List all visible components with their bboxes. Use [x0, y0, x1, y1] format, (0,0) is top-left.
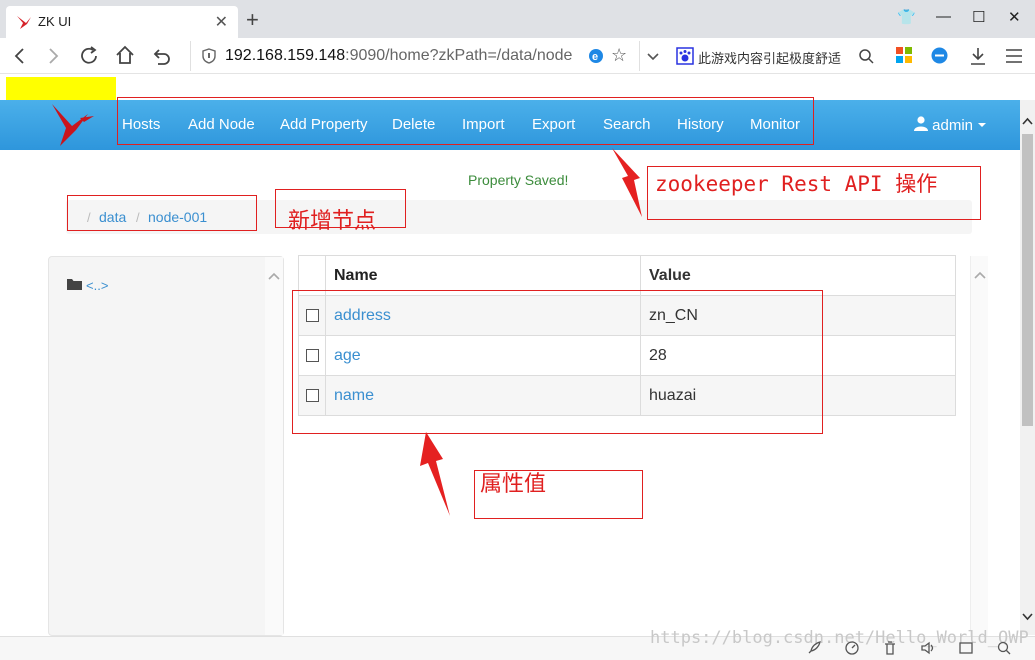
menu-icon[interactable] — [1004, 46, 1024, 66]
zk-logo-icon[interactable] — [50, 100, 96, 148]
back-icon[interactable] — [10, 46, 30, 66]
svg-text:e: e — [592, 51, 598, 63]
annotation-api-ops: zookeeper Rest API 操作 — [655, 172, 938, 196]
browser-toolbar: 192.168.159.148:9090/home?zkPath=/data/n… — [0, 38, 1035, 74]
volume-icon[interactable] — [920, 640, 936, 656]
scroll-up-icon[interactable] — [973, 270, 987, 280]
search-icon[interactable] — [858, 48, 874, 64]
folder-icon — [67, 279, 82, 290]
download-icon[interactable] — [969, 46, 987, 66]
user-icon — [914, 116, 928, 131]
annotation-new-node: 新增节点 — [288, 209, 377, 234]
parent-dir-link[interactable]: <..> — [86, 278, 108, 293]
scroll-up-icon[interactable] — [267, 271, 281, 281]
speed-icon[interactable] — [844, 640, 860, 656]
search-hint: 此游戏内容引起极度舒适 — [698, 51, 842, 66]
skin-icon[interactable]: 👕 — [897, 8, 916, 26]
page-scroll-up-icon[interactable] — [1022, 116, 1033, 126]
rocket-icon[interactable] — [806, 640, 822, 656]
arrow-to-properties — [420, 432, 450, 516]
reload-icon[interactable] — [78, 45, 100, 67]
minimize-button[interactable]: — — [936, 8, 951, 25]
undo-icon[interactable] — [150, 45, 172, 67]
baidu-paw-icon — [676, 47, 694, 65]
node-tree-scrollbar[interactable] — [265, 257, 283, 635]
node-tree-panel — [48, 256, 284, 636]
address-bar[interactable]: 192.168.159.148:9090/home?zkPath=/data/n… — [190, 41, 640, 71]
properties-scrollbar[interactable] — [970, 256, 988, 636]
yellow-highlight-mark — [6, 77, 116, 100]
annotation-box-breadcrumb — [67, 195, 257, 231]
user-name: admin — [932, 117, 974, 134]
tab-close-icon[interactable]: ✕ — [215, 12, 228, 32]
search-bar[interactable]: 此游戏内容引起极度舒适 — [668, 41, 878, 71]
browser-tab-bar: ZK UI ✕ + 👕 — ☐ ✕ — [0, 0, 1035, 38]
close-window-button[interactable]: ✕ — [1008, 8, 1021, 26]
page-scrollbar-thumb[interactable] — [1022, 134, 1033, 426]
minus-circle-icon[interactable] — [930, 46, 949, 65]
new-tab-button[interactable]: + — [246, 7, 259, 33]
ie-mode-icon[interactable]: e — [587, 47, 605, 65]
user-menu[interactable]: admin — [914, 116, 987, 134]
apps-grid-icon[interactable] — [895, 46, 913, 64]
annotation-prop-values: 属性值 — [480, 472, 547, 497]
security-shield-icon[interactable] — [201, 48, 217, 64]
tab-title: ZK UI — [38, 14, 72, 29]
home-icon[interactable] — [114, 44, 136, 66]
star-icon[interactable]: ☆ — [611, 45, 627, 66]
window-icon[interactable] — [958, 640, 974, 656]
page-scroll-down-icon[interactable] — [1022, 612, 1033, 622]
chevron-down-icon[interactable] — [646, 50, 660, 64]
annotation-box-properties — [292, 290, 823, 434]
caret-down-icon — [978, 123, 987, 127]
url-host: 192.168.159.148 — [225, 47, 346, 64]
zoom-icon[interactable] — [996, 640, 1012, 656]
annotation-box-nav — [117, 97, 814, 145]
url-path: :9090/home?zkPath=/data/node — [345, 47, 573, 64]
maximize-button[interactable]: ☐ — [972, 8, 985, 26]
zk-favicon-icon — [17, 16, 31, 29]
browser-tab[interactable]: ZK UI ✕ — [6, 6, 238, 38]
url-text[interactable]: 192.168.159.148:9090/home?zkPath=/data/n… — [225, 47, 575, 65]
forward-icon[interactable] — [43, 46, 63, 66]
trash-icon[interactable] — [882, 640, 898, 656]
flash-message: Property Saved! — [468, 172, 569, 188]
